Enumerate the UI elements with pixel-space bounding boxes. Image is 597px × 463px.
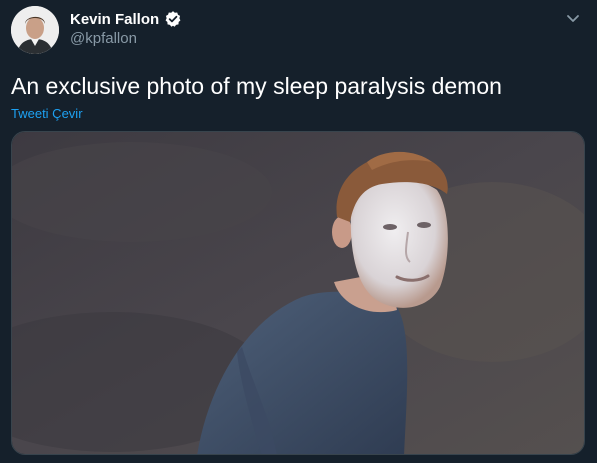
photo-image <box>12 132 584 454</box>
tweet-photo[interactable] <box>11 131 585 455</box>
chevron-down-icon[interactable] <box>563 8 583 28</box>
avatar-photo <box>11 6 59 54</box>
verified-badge-icon <box>165 11 181 27</box>
tweet: Kevin Fallon @kpfallon An exclusive phot… <box>0 0 597 463</box>
author-avatar[interactable] <box>11 6 59 54</box>
author-name-row: Kevin Fallon <box>70 9 182 29</box>
tweet-text: An exclusive photo of my sleep paralysis… <box>11 73 502 99</box>
translate-tweet-link[interactable]: Tweeti Çevir <box>11 106 83 121</box>
author-display-name[interactable]: Kevin Fallon <box>70 11 159 28</box>
author-handle: @kpfallon <box>70 30 137 47</box>
